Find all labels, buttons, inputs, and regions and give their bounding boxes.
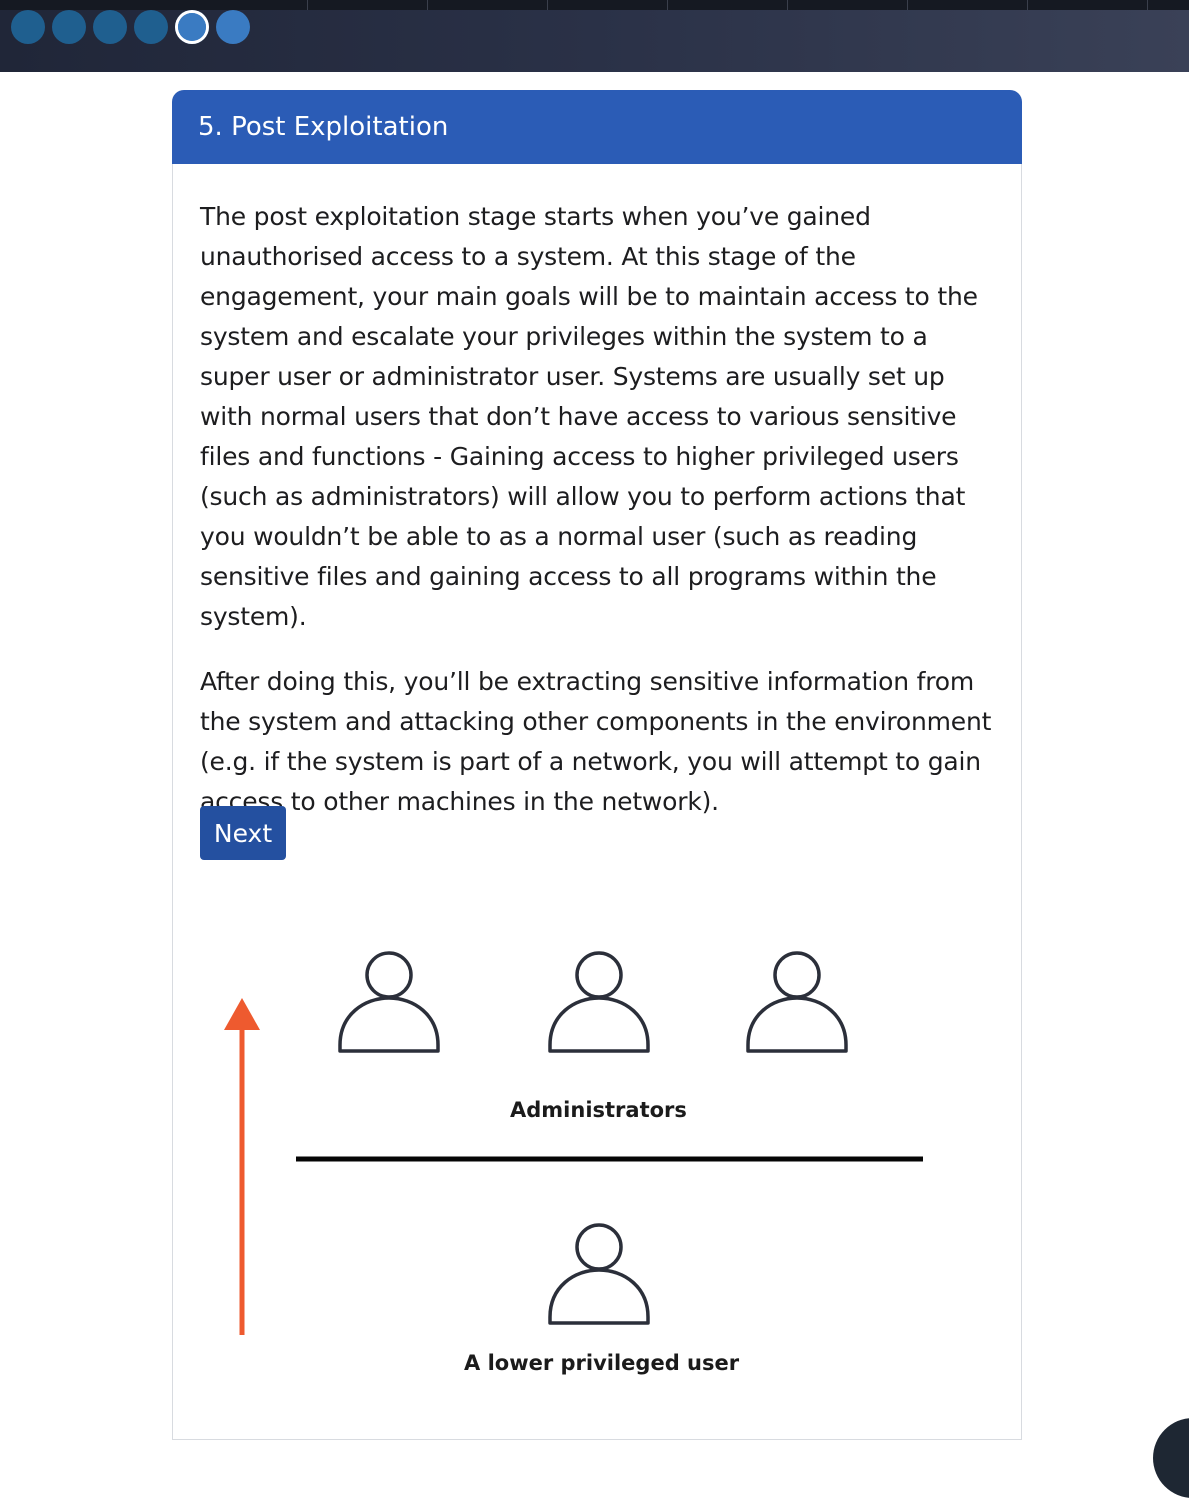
paragraph: The post exploitation stage starts when … — [200, 202, 978, 631]
step-dot-2[interactable] — [52, 10, 86, 44]
lower-user-label: A lower privileged user — [464, 1351, 740, 1375]
card-body: The post exploitation stage starts when … — [200, 197, 1000, 847]
step-progress-bar — [0, 0, 1189, 72]
rail-tick — [1027, 0, 1028, 10]
progress-rail — [0, 0, 1189, 10]
step-dot-3[interactable] — [93, 10, 127, 44]
rail-tick — [907, 0, 908, 10]
content-card: 5. Post Exploitation The post exploitati… — [172, 90, 1022, 1440]
rail-tick — [307, 0, 308, 10]
paragraph: After doing this, you’ll be extracting s… — [200, 667, 992, 816]
chat-widget-icon[interactable] — [1153, 1418, 1189, 1498]
rail-tick — [427, 0, 428, 10]
step-dot-6[interactable] — [216, 10, 250, 44]
rail-tick — [667, 0, 668, 10]
step-dot-1[interactable] — [11, 10, 45, 44]
rail-tick — [1147, 0, 1148, 10]
step-dot-5-current[interactable] — [175, 10, 209, 44]
card-title: 5. Post Exploitation — [172, 90, 1022, 164]
rail-tick — [787, 0, 788, 10]
administrators-label: Administrators — [510, 1098, 687, 1122]
rail-tick — [547, 0, 548, 10]
step-dot-4[interactable] — [134, 10, 168, 44]
next-button[interactable]: Next — [200, 806, 286, 860]
